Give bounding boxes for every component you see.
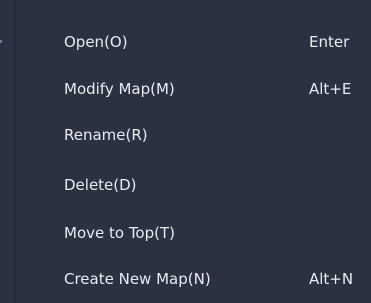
menu-item-label: Open(O)	[64, 33, 128, 51]
context-menu: Open(O) Enter Modify Map(M) Alt+E Rename…	[14, 0, 371, 303]
menu-item-label: Rename(R)	[64, 126, 148, 144]
screen: Open(O) Enter Modify Map(M) Alt+E Rename…	[0, 0, 371, 303]
menu-item-create-new-map[interactable]: Create New Map(N) Alt+N	[15, 255, 371, 303]
menu-item-label: Modify Map(M)	[64, 80, 175, 98]
menu-item-open[interactable]: Open(O) Enter	[15, 18, 371, 66]
menu-item-label: Create New Map(N)	[64, 270, 211, 288]
menu-item-label: Move to Top(T)	[64, 224, 175, 242]
menu-item-move-to-top[interactable]: Move to Top(T)	[15, 209, 371, 257]
menu-item-delete[interactable]: Delete(D)	[15, 161, 371, 209]
menu-item-label: Delete(D)	[64, 176, 137, 194]
menu-item-rename[interactable]: Rename(R)	[15, 111, 371, 159]
left-edge-marker	[0, 40, 2, 43]
menu-item-shortcut: Alt+E	[309, 80, 352, 98]
menu-item-modify-map[interactable]: Modify Map(M) Alt+E	[15, 65, 371, 113]
menu-item-shortcut: Alt+N	[309, 270, 354, 288]
menu-item-shortcut: Enter	[309, 33, 350, 51]
